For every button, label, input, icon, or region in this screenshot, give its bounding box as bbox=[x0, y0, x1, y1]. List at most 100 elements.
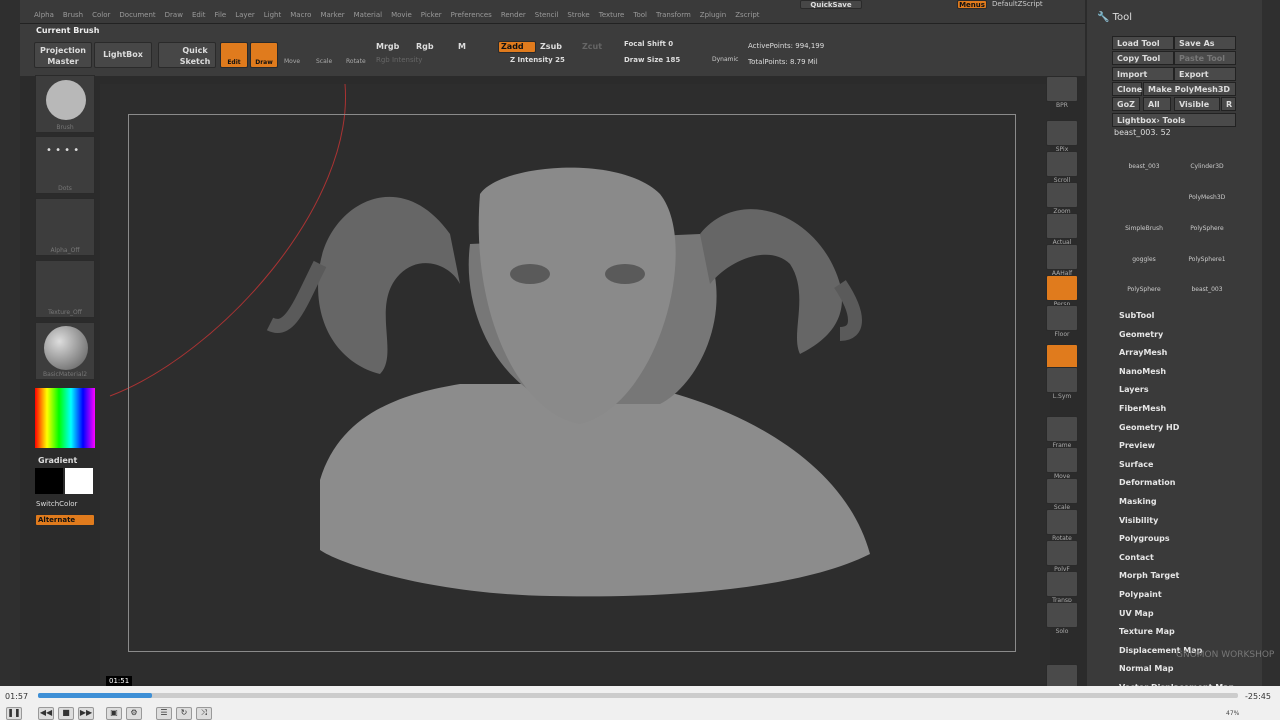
subpalette-subtool[interactable]: SubTool bbox=[1119, 311, 1154, 320]
subpalette-arraymesh[interactable]: ArrayMesh bbox=[1119, 348, 1167, 357]
zadd-button[interactable]: Zadd bbox=[498, 41, 536, 53]
tool-lsym-button[interactable] bbox=[1046, 367, 1078, 393]
tool-thumbnail[interactable]: Cylinder3D bbox=[1178, 145, 1236, 170]
seek-bar[interactable] bbox=[38, 693, 1238, 698]
pause-button[interactable]: ❚❚ bbox=[6, 707, 22, 720]
goz-button[interactable]: GoZ bbox=[1112, 97, 1140, 111]
subpalette-nanomesh[interactable]: NanoMesh bbox=[1119, 367, 1166, 376]
save-as-button[interactable]: Save As bbox=[1174, 36, 1236, 50]
tool-actual-button[interactable] bbox=[1046, 213, 1078, 239]
tool-thumbnail[interactable]: beast_003 bbox=[1115, 145, 1173, 170]
subpalette-geometry-hd[interactable]: Geometry HD bbox=[1119, 423, 1179, 432]
menu-item[interactable]: Zplugin bbox=[700, 11, 726, 19]
subpalette-polypaint[interactable]: Polypaint bbox=[1119, 590, 1162, 599]
menu-item[interactable]: Marker bbox=[320, 11, 344, 19]
alpha-slot[interactable]: Alpha_Off bbox=[35, 198, 95, 256]
alternate-button[interactable]: Alternate bbox=[35, 514, 95, 526]
projection-master-button[interactable]: Projection Master bbox=[34, 42, 92, 68]
tool-floor-button[interactable] bbox=[1046, 305, 1078, 331]
tool-polyf-button[interactable] bbox=[1046, 540, 1078, 566]
move-button[interactable]: Move bbox=[284, 58, 300, 65]
load-tool-button[interactable]: Load Tool bbox=[1112, 36, 1174, 50]
tool-rotate-button[interactable] bbox=[1046, 509, 1078, 535]
menu-item[interactable]: Color bbox=[92, 11, 110, 19]
menu-item[interactable]: Stencil bbox=[535, 11, 559, 19]
subpalette-fibermesh[interactable]: FiberMesh bbox=[1119, 404, 1166, 413]
clone-button[interactable]: Clone bbox=[1112, 82, 1142, 96]
import-button[interactable]: Import bbox=[1112, 67, 1174, 81]
menu-item[interactable]: Light bbox=[264, 11, 281, 19]
color-picker[interactable] bbox=[35, 388, 95, 448]
stop-button[interactable]: ■ bbox=[58, 707, 74, 720]
subpalette-layers[interactable]: Layers bbox=[1119, 385, 1149, 394]
subpalette-polygroups[interactable]: Polygroups bbox=[1119, 534, 1170, 543]
subpalette-uv-map[interactable]: UV Map bbox=[1119, 609, 1154, 618]
material-slot[interactable]: BasicMaterial2 bbox=[35, 322, 95, 380]
menu-item[interactable]: Alpha bbox=[34, 11, 54, 19]
quick-sketch-button[interactable]: Quick Sketch bbox=[158, 42, 216, 68]
edit-button[interactable]: Edit bbox=[220, 42, 248, 68]
shuffle-button[interactable]: ⤨ bbox=[196, 707, 212, 720]
primary-color-swatch[interactable] bbox=[65, 468, 93, 494]
copy-tool-button[interactable]: Copy Tool bbox=[1112, 51, 1174, 65]
switchcolor-button[interactable]: SwitchColor bbox=[36, 500, 77, 508]
make-polymesh-button[interactable]: Make PolyMesh3D bbox=[1143, 82, 1236, 96]
menu-item[interactable]: Render bbox=[501, 11, 526, 19]
lightbox-button[interactable]: LightBox bbox=[94, 42, 152, 68]
menu-item[interactable]: File bbox=[215, 11, 227, 19]
draw-button[interactable]: Draw bbox=[250, 42, 278, 68]
tool-solo-button[interactable] bbox=[1046, 602, 1078, 628]
tool-thumbnail[interactable]: PolySphere bbox=[1115, 268, 1173, 293]
menu-item[interactable]: Picker bbox=[421, 11, 442, 19]
settings-button[interactable]: ⚙ bbox=[126, 707, 142, 720]
subpalette-normal-map[interactable]: Normal Map bbox=[1119, 664, 1173, 673]
subpalette-deformation[interactable]: Deformation bbox=[1119, 478, 1175, 487]
menu-item[interactable]: Layer bbox=[235, 11, 255, 19]
tool-scroll-button[interactable] bbox=[1046, 151, 1078, 177]
all-button[interactable]: All bbox=[1143, 97, 1171, 111]
tool-zoom-button[interactable] bbox=[1046, 182, 1078, 208]
paste-tool-button[interactable]: Paste Tool bbox=[1174, 51, 1236, 65]
tool-move-button[interactable] bbox=[1046, 447, 1078, 473]
menu-item[interactable]: Texture bbox=[599, 11, 625, 19]
z-intensity-slider[interactable]: Z Intensity 25 bbox=[510, 56, 565, 64]
tool-thumbnail[interactable]: PolyMesh3D bbox=[1178, 176, 1236, 201]
visible-button[interactable]: Visible bbox=[1174, 97, 1220, 111]
subpalette-contact[interactable]: Contact bbox=[1119, 553, 1154, 562]
zsub-button[interactable]: Zsub bbox=[540, 42, 562, 51]
tool-scale-button[interactable] bbox=[1046, 478, 1078, 504]
tool-thumbnail[interactable]: goggles bbox=[1115, 238, 1173, 263]
tool-thumbnail[interactable]: beast_003 bbox=[1178, 268, 1236, 293]
quicksave-button[interactable]: QuickSave bbox=[800, 0, 862, 9]
rotate-button[interactable]: Rotate bbox=[346, 58, 366, 65]
tool-frame-button[interactable] bbox=[1046, 416, 1078, 442]
prev-button[interactable]: ◀◀ bbox=[38, 707, 54, 720]
tool-thumbnail[interactable]: SimpleBrush bbox=[1115, 207, 1173, 232]
tool-thumbnail[interactable]: PolySphere bbox=[1178, 207, 1236, 232]
menu-item[interactable]: Draw bbox=[165, 11, 183, 19]
menu-item[interactable]: Tool bbox=[633, 11, 647, 19]
subpalette-preview[interactable]: Preview bbox=[1119, 441, 1155, 450]
mrgb-button[interactable]: Mrgb bbox=[376, 42, 399, 51]
menu-item[interactable]: Macro bbox=[290, 11, 311, 19]
focal-shift-slider[interactable]: Focal Shift 0 bbox=[624, 40, 673, 48]
tool-spix-button[interactable] bbox=[1046, 120, 1078, 146]
subpalette-surface[interactable]: Surface bbox=[1119, 460, 1153, 469]
loop-button[interactable]: ↻ bbox=[176, 707, 192, 720]
subpalette-morph-target[interactable]: Morph Target bbox=[1119, 571, 1179, 580]
menu-item[interactable]: Edit bbox=[192, 11, 206, 19]
subpalette-masking[interactable]: Masking bbox=[1119, 497, 1157, 506]
playlist-button[interactable]: ☰ bbox=[156, 707, 172, 720]
menu-item[interactable]: Preferences bbox=[451, 11, 492, 19]
zcut-button[interactable]: Zcut bbox=[582, 42, 602, 51]
fullscreen-button[interactable]: ▣ bbox=[106, 707, 122, 720]
scale-button[interactable]: Scale bbox=[316, 58, 332, 65]
tool-persp-button[interactable] bbox=[1046, 275, 1078, 301]
current-tool-slider[interactable]: beast_003. 52 bbox=[1114, 128, 1171, 137]
menu-item[interactable]: Movie bbox=[391, 11, 412, 19]
rgb-button[interactable]: Rgb bbox=[416, 42, 434, 51]
subpalette-texture-map[interactable]: Texture Map bbox=[1119, 627, 1175, 636]
lightbox-tools-button[interactable]: Lightbox› Tools bbox=[1112, 113, 1236, 127]
menu-item[interactable]: Transform bbox=[656, 11, 691, 19]
subpalette-visibility[interactable]: Visibility bbox=[1119, 516, 1158, 525]
